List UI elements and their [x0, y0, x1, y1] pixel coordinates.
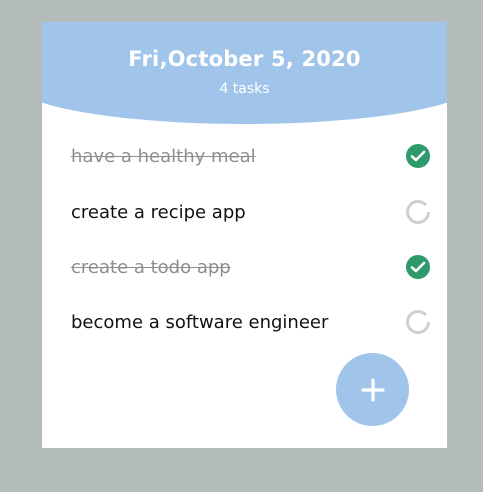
task-label: create a recipe app	[71, 201, 246, 223]
task-item[interactable]: create a todo app	[71, 250, 431, 284]
date-title: Fri,October 5, 2020	[128, 47, 361, 71]
task-label: create a todo app	[71, 256, 231, 278]
header-banner	[42, 22, 447, 124]
task-label: have a healthy meal	[71, 145, 256, 167]
add-task-button[interactable]	[336, 353, 409, 426]
check-circle-icon[interactable]	[405, 254, 431, 280]
check-circle-icon[interactable]	[405, 143, 431, 169]
todo-card: Fri,October 5, 2020 4 tasks have a healt…	[42, 22, 447, 448]
loading-circle-icon[interactable]	[405, 199, 431, 225]
task-item[interactable]: create a recipe app	[71, 195, 431, 229]
task-item[interactable]: become a software engineer	[71, 305, 431, 339]
loading-circle-icon[interactable]	[405, 309, 431, 335]
plus-icon	[360, 377, 385, 402]
task-count: 4 tasks	[219, 81, 270, 97]
task-item[interactable]: have a healthy meal	[71, 139, 431, 173]
task-label: become a software engineer	[71, 311, 329, 333]
